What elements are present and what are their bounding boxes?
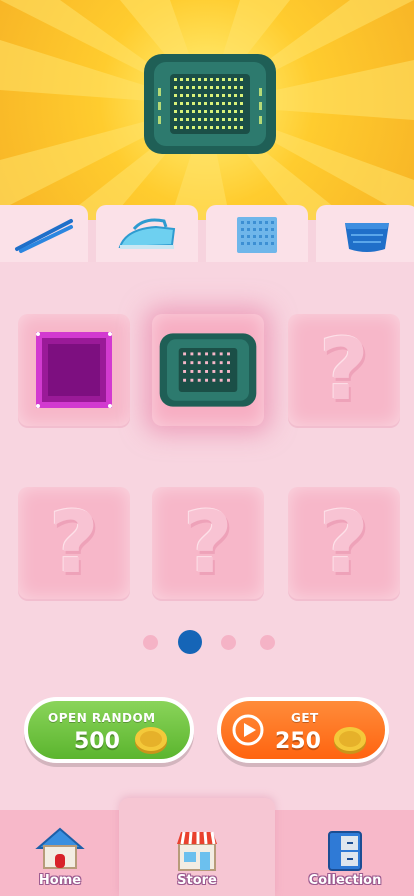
grid-mat-icon [237, 217, 277, 253]
coin-icon [334, 727, 366, 754]
question-mark-icon: ? [183, 493, 233, 593]
tab-collection[interactable]: Collection [276, 810, 414, 896]
collection-slot-1[interactable]: ? [18, 314, 130, 426]
get-label: GET [291, 711, 319, 725]
collection-slot-6[interactable]: ? [288, 487, 400, 599]
collection-slot-3[interactable]: ? [288, 314, 400, 426]
strip-item-blue-basket[interactable] [316, 205, 414, 265]
collection-slot-2[interactable]: ? [152, 314, 264, 426]
page-dot-1[interactable] [143, 635, 158, 650]
collection-slot-4[interactable]: ? [18, 487, 130, 599]
green-basket-icon [159, 333, 257, 407]
blue-basket-icon [345, 223, 389, 252]
reward-preview-banner [0, 0, 414, 220]
page-indicator [0, 630, 414, 656]
question-mark-icon: ? [319, 493, 369, 593]
green-basket-icon [140, 48, 280, 160]
strip-item-tweezers[interactable] [0, 205, 88, 265]
tab-collection-label: Collection [308, 873, 382, 888]
item-category-strip [0, 205, 414, 265]
coin-icon [135, 727, 167, 754]
get-amount: 250 [275, 729, 321, 754]
question-mark-icon: ? [319, 320, 369, 420]
get-coins-button[interactable]: GET 250 [217, 697, 389, 763]
strip-item-grid-mat[interactable] [206, 205, 308, 265]
question-mark-icon: ? [49, 493, 99, 593]
play-icon [232, 714, 264, 746]
purple-box-icon [36, 332, 112, 408]
house-icon [35, 827, 85, 869]
page-dot-4[interactable] [260, 635, 275, 650]
tab-home-label: Home [38, 873, 82, 888]
tab-home[interactable]: Home [0, 810, 120, 896]
page-dot-2-active[interactable] [178, 630, 202, 654]
open-random-label: OPEN RANDOM [48, 711, 156, 725]
collection-slot-5[interactable]: ? [152, 487, 264, 599]
tab-store-label: Store [177, 873, 217, 888]
open-random-price: 500 [74, 729, 120, 754]
cabinet-icon [328, 831, 362, 871]
bottom-navigation: Home Store Collection [0, 798, 414, 896]
tab-store[interactable]: Store [119, 798, 275, 896]
strip-item-iron[interactable] [96, 205, 198, 265]
iron-icon [118, 218, 176, 249]
open-random-button[interactable]: OPEN RANDOM 500 [24, 697, 194, 763]
tweezers-icon [15, 219, 73, 253]
page-dot-3[interactable] [221, 635, 236, 650]
shop-icon [177, 831, 217, 871]
